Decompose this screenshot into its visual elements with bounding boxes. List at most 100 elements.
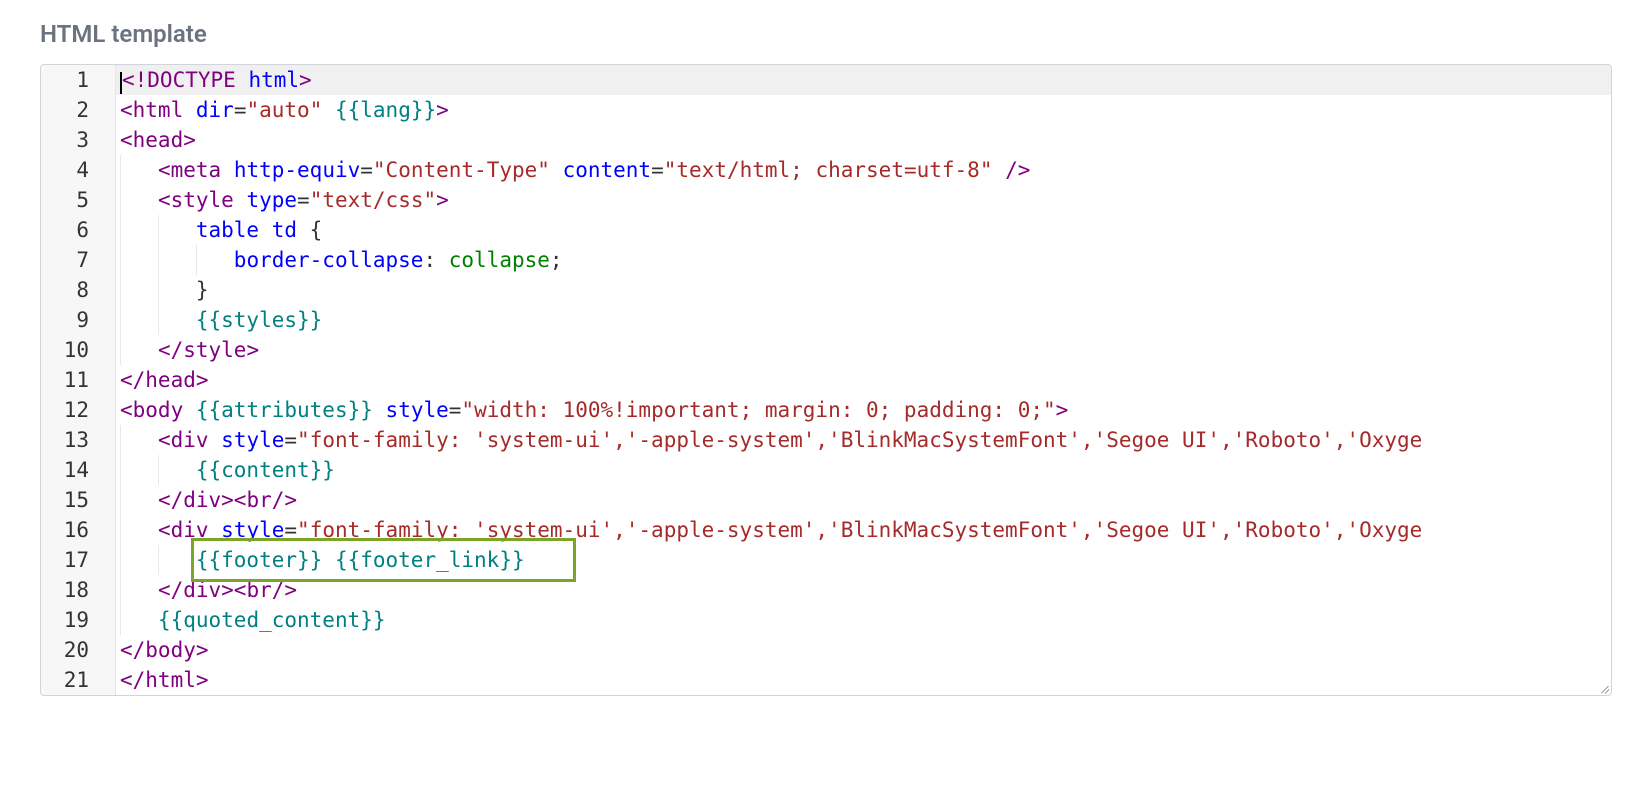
code-editor[interactable]: 123456789101112131415161718192021 <!DOCT… xyxy=(40,64,1612,696)
code-line[interactable]: {{styles}} xyxy=(116,305,1611,335)
code-token: {{lang}} xyxy=(335,98,436,122)
code-line[interactable]: {{content}} xyxy=(116,455,1611,485)
code-token: /> xyxy=(1005,158,1030,182)
code-line[interactable]: </head> xyxy=(116,365,1611,395)
code-token: "font-family: 'system-ui','-apple-system… xyxy=(297,428,1422,452)
code-line[interactable]: <body {{attributes}} style="width: 100%!… xyxy=(116,395,1611,425)
code-token: html xyxy=(248,68,299,92)
code-line[interactable]: <html dir="auto" {{lang}}> xyxy=(116,95,1611,125)
code-token: http-equiv xyxy=(234,158,360,182)
line-number: 7 xyxy=(49,245,107,275)
code-line[interactable]: {{footer}} {{footer_link}} xyxy=(116,545,1611,575)
code-token xyxy=(234,188,247,212)
code-token: {{quoted_content}} xyxy=(158,608,386,632)
code-token: type xyxy=(246,188,297,212)
code-token: {{styles}} xyxy=(196,308,322,332)
line-number: 14 xyxy=(49,455,107,485)
line-number: 8 xyxy=(49,275,107,305)
line-number: 10 xyxy=(49,335,107,365)
code-line[interactable]: <div style="font-family: 'system-ui','-a… xyxy=(116,425,1611,455)
code-line[interactable]: <meta http-equiv="Content-Type" content=… xyxy=(116,155,1611,185)
code-token: style xyxy=(386,398,449,422)
code-token: table td xyxy=(196,218,310,242)
code-line[interactable]: table td { xyxy=(116,215,1611,245)
code-token: } xyxy=(196,278,209,302)
line-number: 17 xyxy=(49,545,107,575)
code-token: border-collapse xyxy=(234,248,424,272)
code-token: = xyxy=(449,398,462,422)
code-token: <html xyxy=(120,98,183,122)
code-line[interactable]: } xyxy=(116,275,1611,305)
code-token: : xyxy=(423,248,448,272)
code-token: { xyxy=(310,218,323,242)
code-token: "width: 100%!important; margin: 0; paddi… xyxy=(461,398,1055,422)
code-token: style xyxy=(221,428,284,452)
code-token: > xyxy=(1056,398,1069,422)
code-token: </style> xyxy=(158,338,259,362)
code-line[interactable]: <style type="text/css"> xyxy=(116,185,1611,215)
code-line[interactable]: <div style="font-family: 'system-ui','-a… xyxy=(116,515,1611,545)
code-token xyxy=(183,98,196,122)
code-line[interactable]: {{quoted_content}} xyxy=(116,605,1611,635)
code-line[interactable]: border-collapse: collapse; xyxy=(116,245,1611,275)
code-token xyxy=(322,98,335,122)
code-token xyxy=(992,158,1005,182)
code-token: <meta xyxy=(158,158,221,182)
section-title: HTML template xyxy=(40,20,1612,48)
line-number: 1 xyxy=(49,65,107,95)
code-token: = xyxy=(651,158,664,182)
code-line[interactable]: </body> xyxy=(116,635,1611,665)
resize-handle-icon[interactable] xyxy=(1597,681,1609,693)
code-line[interactable]: </style> xyxy=(116,335,1611,365)
code-token: = xyxy=(284,518,297,542)
code-token: "font-family: 'system-ui','-apple-system… xyxy=(297,518,1422,542)
code-token xyxy=(209,518,222,542)
code-token xyxy=(221,158,234,182)
line-number: 16 xyxy=(49,515,107,545)
code-token: <style xyxy=(158,188,234,212)
code-token xyxy=(183,398,196,422)
code-token: {{footer}} xyxy=(196,548,322,572)
code-token: </body> xyxy=(120,638,209,662)
code-token: {{attributes}} xyxy=(196,398,373,422)
code-line[interactable]: <!DOCTYPE html> xyxy=(116,65,1611,95)
code-line[interactable]: </html> xyxy=(116,665,1611,695)
code-token: > xyxy=(299,68,312,92)
code-token: "text/html; charset=utf-8" xyxy=(664,158,993,182)
code-token xyxy=(550,158,563,182)
line-number: 21 xyxy=(49,665,107,695)
code-token: = xyxy=(234,98,247,122)
line-number: 6 xyxy=(49,215,107,245)
code-token: {{footer_link}} xyxy=(335,548,525,572)
code-token: > xyxy=(436,98,449,122)
code-line[interactable]: <head> xyxy=(116,125,1611,155)
code-area[interactable]: <!DOCTYPE html><html dir="auto" {{lang}}… xyxy=(116,65,1611,695)
code-token: style xyxy=(221,518,284,542)
code-token: <head> xyxy=(120,128,196,152)
code-line[interactable]: </div><br/> xyxy=(116,485,1611,515)
code-token: > xyxy=(436,188,449,212)
code-token: dir xyxy=(196,98,234,122)
code-token: </head> xyxy=(120,368,209,392)
code-token: content xyxy=(563,158,652,182)
code-line[interactable]: </div><br/> xyxy=(116,575,1611,605)
code-token xyxy=(236,68,249,92)
code-token xyxy=(209,428,222,452)
code-token: = xyxy=(284,428,297,452)
code-token: "auto" xyxy=(246,98,322,122)
text-cursor xyxy=(120,72,122,94)
line-number: 2 xyxy=(49,95,107,125)
line-number: 13 xyxy=(49,425,107,455)
line-number: 12 xyxy=(49,395,107,425)
code-token xyxy=(322,548,335,572)
line-number: 5 xyxy=(49,185,107,215)
line-number: 15 xyxy=(49,485,107,515)
code-token: <!DOCTYPE xyxy=(122,68,236,92)
code-token: collapse xyxy=(449,248,550,272)
line-number: 18 xyxy=(49,575,107,605)
line-number: 3 xyxy=(49,125,107,155)
line-number: 19 xyxy=(49,605,107,635)
code-token: <body xyxy=(120,398,183,422)
code-token: </html> xyxy=(120,668,209,692)
code-token: <div xyxy=(158,428,209,452)
